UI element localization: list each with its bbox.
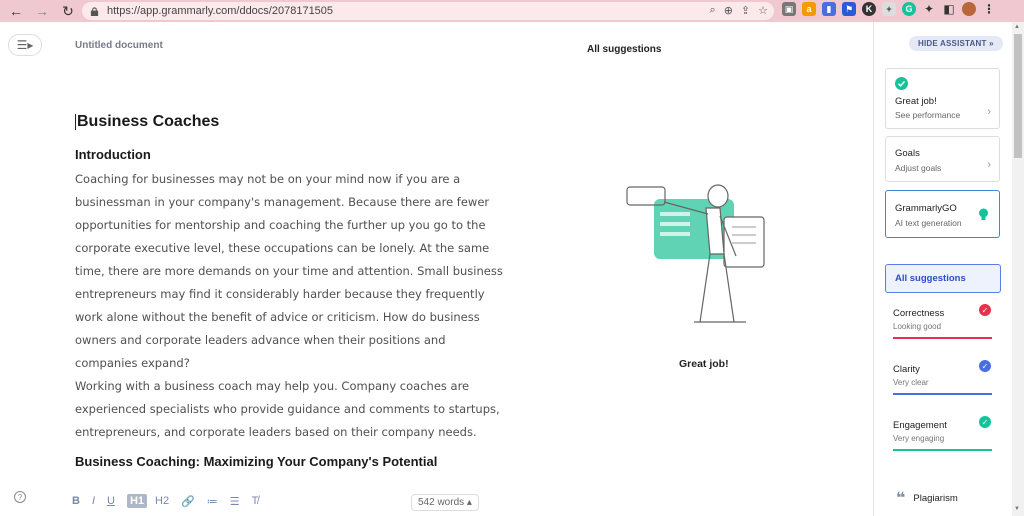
italic-button[interactable]: I xyxy=(92,495,95,507)
bold-button[interactable]: B xyxy=(72,495,80,507)
chart-extension-icon[interactable]: ▮ xyxy=(822,2,836,16)
clarity-bar xyxy=(893,393,992,395)
card-subtitle: Adjust goals xyxy=(895,163,942,173)
card-title: Goals xyxy=(895,148,920,159)
scrollbar-thumb[interactable] xyxy=(1014,34,1022,158)
amazon-extension-icon[interactable]: a xyxy=(802,2,816,16)
format-toolbar: B I U H1 H2 🔗 ≔ ☰ T̸ 542 words ▴ xyxy=(0,486,872,516)
engagement-category[interactable]: Engagement Very engaging ✓ xyxy=(893,416,992,451)
scroll-down-icon[interactable]: ▼ xyxy=(1014,506,1020,512)
browser-toolbar: ← → ↻ https://app.grammarly.com/ddocs/20… xyxy=(0,0,1024,22)
extension-icon-1[interactable]: ▣ xyxy=(782,2,796,16)
chevron-right-icon: › xyxy=(987,159,991,171)
heading2-button[interactable]: H2 xyxy=(155,495,169,507)
document-editor[interactable]: Business Coaches Introduction Coaching f… xyxy=(75,110,515,473)
zoom-icon[interactable]: ⊕ xyxy=(724,4,733,17)
correctness-bar xyxy=(893,337,992,339)
document-title[interactable]: Untitled document xyxy=(75,40,163,51)
card-title: GrammarlyGO xyxy=(895,203,957,214)
bookmark-star-icon[interactable]: ☆ xyxy=(758,4,768,17)
text-cursor xyxy=(75,113,76,130)
sidepanel-icon[interactable]: ◧ xyxy=(942,2,956,16)
share-icon[interactable]: ⇪ xyxy=(741,4,750,17)
menu-button[interactable]: ☰▸ xyxy=(8,34,42,56)
heading1-button[interactable]: H1 xyxy=(126,494,148,508)
suggestions-title: All suggestions xyxy=(587,44,662,55)
bulb-icon xyxy=(979,208,988,220)
card-title: Great job! xyxy=(895,96,937,107)
hide-assistant-button[interactable]: HIDE ASSISTANT » xyxy=(909,36,1003,51)
document-heading: Business Coaches xyxy=(75,113,220,130)
url-text: https://app.grammarly.com/ddocs/20781715… xyxy=(107,5,334,17)
plus-extension-icon[interactable]: + xyxy=(882,2,896,16)
grammarly-editor-app: ☰▸ Untitled document All suggestions Bus… xyxy=(0,22,1024,516)
quote-icon: ❝ xyxy=(896,490,906,507)
chevron-right-icon: › xyxy=(987,106,991,118)
section-heading-introduction: Introduction xyxy=(75,147,151,162)
back-icon[interactable]: ← xyxy=(6,1,26,21)
great-job-card[interactable]: Great job! See performance › xyxy=(885,68,1000,129)
lock-icon xyxy=(90,6,99,16)
assistant-sidebar: HIDE ASSISTANT » Great job! See performa… xyxy=(873,22,1012,516)
plagiarism-button[interactable]: ❝ Plagiarism xyxy=(896,488,958,508)
goals-card[interactable]: Goals Adjust goals › xyxy=(885,136,1000,182)
numbered-list-icon[interactable]: ≔ xyxy=(207,495,218,508)
scrollbar[interactable]: ▲ ▼ xyxy=(1012,22,1024,516)
great-job-illustration xyxy=(626,184,765,323)
card-subtitle: AI text generation xyxy=(895,218,962,228)
more-menu-icon[interactable]: ⋮ xyxy=(982,2,996,16)
search-icon[interactable]: ⌕ xyxy=(710,4,716,17)
all-suggestions-tab[interactable]: All suggestions xyxy=(885,264,1001,293)
clarity-category[interactable]: Clarity Very clear ✓ xyxy=(893,360,992,395)
clear-format-icon[interactable]: T̸ xyxy=(252,495,259,507)
grammarly-extension-icon[interactable]: G xyxy=(902,2,916,16)
reload-icon[interactable]: ↻ xyxy=(58,1,78,21)
check-icon: ✓ xyxy=(979,304,991,316)
address-bar[interactable]: https://app.grammarly.com/ddocs/20781715… xyxy=(82,2,774,20)
word-count[interactable]: 542 words ▴ xyxy=(411,494,479,511)
grammarlygo-card[interactable]: GrammarlyGO AI text generation xyxy=(885,190,1000,238)
k-extension-icon[interactable]: K xyxy=(862,2,876,16)
bookmark-extension-icon[interactable]: ⚑ xyxy=(842,2,856,16)
scroll-up-icon[interactable]: ▲ xyxy=(1014,24,1020,30)
correctness-category[interactable]: Correctness Looking good ✓ xyxy=(893,304,992,339)
section-heading-coaching: Business Coaching: Maximizing Your Compa… xyxy=(75,454,438,469)
profile-avatar[interactable] xyxy=(962,2,976,16)
forward-icon[interactable]: → xyxy=(32,1,52,21)
check-icon: ✓ xyxy=(979,360,991,372)
check-icon: ✓ xyxy=(979,416,991,428)
paragraph-introduction: Coaching for businesses may not be on yo… xyxy=(75,172,503,439)
double-chevron-right-icon: » xyxy=(989,39,994,48)
puzzle-icon[interactable]: ✦ xyxy=(922,2,936,16)
link-icon[interactable]: 🔗 xyxy=(181,495,195,508)
word-count-caret-icon: ▴ xyxy=(466,497,472,508)
engagement-bar xyxy=(893,449,992,451)
check-circle-icon xyxy=(895,77,908,90)
bulleted-list-icon[interactable]: ☰ xyxy=(230,495,240,508)
card-subtitle: See performance xyxy=(895,110,961,120)
underline-button[interactable]: U xyxy=(107,495,115,507)
great-job-label: Great job! xyxy=(679,358,729,370)
